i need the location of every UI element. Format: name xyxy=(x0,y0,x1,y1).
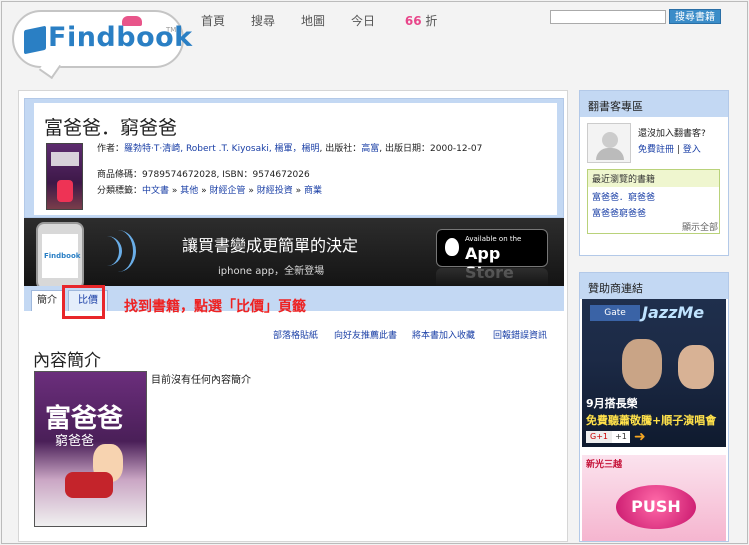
login-link[interactable]: 登入 xyxy=(683,145,701,155)
search-input[interactable] xyxy=(550,10,666,24)
category-sep: » xyxy=(292,186,305,196)
iphone-app-banner[interactable]: Findbook 讓買書變成更簡單的決定 iphone app，全新登場 Ava… xyxy=(24,218,564,286)
ad-person-image xyxy=(622,339,662,389)
category-link-5[interactable]: 商業 xyxy=(304,186,322,196)
link-separator: | xyxy=(674,145,683,155)
category-link-2[interactable]: 其他 xyxy=(180,186,198,196)
join-links: 免費註冊 | 登入 xyxy=(638,142,701,155)
tab-intro[interactable]: 簡介 xyxy=(31,290,63,311)
author-label: 作者： xyxy=(97,144,125,154)
banner-headline: 讓買書變成更簡單的決定 xyxy=(182,236,359,255)
concert-ad[interactable]: Gate JazzMe 9月搭長榮 免費聽蕭敬騰+順子演唱會 G+1 +1 ➜ xyxy=(582,299,726,447)
category-link-3[interactable]: 財經企管 xyxy=(210,186,246,196)
logo-trademark: TM xyxy=(166,26,177,34)
register-link[interactable]: 免費註冊 xyxy=(638,145,674,155)
section-title: 內容簡介 xyxy=(33,351,101,371)
report-error-link[interactable]: 回報錯誤資訊 xyxy=(493,328,547,341)
book-category-line: 分類標籤：中文書 » 其他 » 財經企管 » 財經投資 » 商業 xyxy=(97,183,322,196)
book-thumbnail[interactable] xyxy=(46,143,83,210)
cover-car xyxy=(65,472,113,498)
nav-home[interactable]: 首頁 xyxy=(201,12,225,29)
signal-wave-icon xyxy=(100,230,136,272)
nav-map[interactable]: 地圖 xyxy=(301,12,325,29)
nav-daily-deal[interactable]: 今日 66 折 xyxy=(351,12,463,29)
app-store-badge[interactable]: Available on the App Store xyxy=(436,229,548,282)
recent-book-item[interactable]: 富爸爸窮爸爸 xyxy=(588,203,719,219)
isbn-label: , ISBN： xyxy=(216,170,253,180)
category-link-1[interactable]: 中文書 xyxy=(142,186,169,196)
sponsor-panel: 贊助商連結 Gate JazzMe 9月搭長榮 免費聽蕭敬騰+順子演唱會 G+1… xyxy=(579,272,729,542)
category-label: 分類標籤： xyxy=(97,186,143,196)
deal-suffix: 折 xyxy=(425,14,438,28)
reader-zone-panel: 翻書客專區 還沒加入翻書客? 免費註冊 | 登入 最近瀏覽的書籍 富爸爸．窮爸爸… xyxy=(579,90,729,256)
book-header: 富爸爸．窮爸爸 作者：羅勃特·T·清崎, Robert .T. Kiyosaki… xyxy=(24,98,564,218)
author-links[interactable]: 羅勃特·T·清崎, Robert .T. Kiyosaki, 楊軍，楊明 xyxy=(124,144,320,154)
deal-value: 66 xyxy=(404,14,422,28)
phone-logo: Findbook xyxy=(44,252,81,260)
deal-prefix: 今日 xyxy=(351,14,376,28)
category-sep: » xyxy=(245,186,257,196)
code-value: 9789574672028 xyxy=(142,170,217,180)
instruction-annotation: 找到書籍，點選「比價」頁籤 xyxy=(124,299,306,315)
no-description-text: 目前沒有任何內容簡介 xyxy=(151,375,251,386)
banner-subline: iphone app，全新登場 xyxy=(218,266,325,277)
google-plus-button[interactable]: G+1 xyxy=(586,431,612,443)
top-nav: 首頁 搜尋 地圖 今日 66 折 xyxy=(201,12,489,29)
pubdate-value: 2000-12-07 xyxy=(430,144,483,154)
app-store-reflection xyxy=(436,268,548,286)
category-link-4[interactable]: 財經投資 xyxy=(257,186,293,196)
ad-person-image xyxy=(678,345,714,389)
department-store-ad[interactable]: 新光三越 PUSH xyxy=(582,455,726,541)
sponsor-title: 贊助商連結 xyxy=(580,273,728,299)
google-plus-count: +1 xyxy=(612,431,630,443)
arrow-right-icon: ➜ xyxy=(634,429,646,445)
blog-sticker-link[interactable]: 部落格貼紙 xyxy=(273,328,318,341)
push-button[interactable]: PUSH xyxy=(616,485,696,529)
book-author-line: 作者：羅勃特·T·清崎, Robert .T. Kiyosaki, 楊軍，楊明,… xyxy=(97,141,482,154)
findbook-logo[interactable]: Findbook TM xyxy=(12,10,192,68)
ad-line-1: 9月搭長榮 xyxy=(586,397,638,410)
phone-screen: Findbook xyxy=(42,234,81,278)
publisher-link[interactable]: 高富 xyxy=(361,144,379,154)
add-favorite-link[interactable]: 將本書加入收藏 xyxy=(412,328,475,341)
reader-zone-title: 翻書客專區 xyxy=(580,91,728,117)
main-panel: 富爸爸．窮爸爸 作者：羅勃特·T·清崎, Robert .T. Kiyosaki… xyxy=(18,90,568,542)
price-tab-highlight xyxy=(62,285,105,319)
search-books-button[interactable]: 搜尋書籍 xyxy=(669,9,721,24)
ad-line-2: 免費聽蕭敬騰+順子演唱會 xyxy=(586,414,717,427)
category-sep: » xyxy=(198,186,210,196)
ad-gate-logo: Gate xyxy=(590,305,640,321)
cover-subtitle: 窮爸爸 xyxy=(55,434,95,449)
avatar xyxy=(587,123,631,163)
browser-page: Findbook TM 首頁 搜尋 地圖 今日 66 折 搜尋書籍 富爸爸．窮爸… xyxy=(1,1,748,544)
pubdate-label: , 出版日期： xyxy=(379,144,431,154)
code-label: 商品條碼： xyxy=(97,170,143,180)
avatar-head-icon xyxy=(602,132,618,148)
join-question: 還沒加入翻書客? xyxy=(638,129,706,139)
publisher-label: , 出版社： xyxy=(319,144,362,154)
recent-books-title: 最近瀏覽的書籍 xyxy=(588,170,719,187)
category-sep: » xyxy=(169,186,181,196)
recommend-friend-link[interactable]: 向好友推薦此書 xyxy=(334,328,397,341)
book-cover-image[interactable]: 富爸爸 窮爸爸 xyxy=(34,371,147,527)
avatar-body-icon xyxy=(596,148,624,160)
recent-book-item[interactable]: 富爸爸．窮爸爸 xyxy=(588,187,719,203)
app-store-small: Available on the xyxy=(465,235,522,243)
book-title: 富爸爸．窮爸爸 xyxy=(44,117,178,139)
book-icon xyxy=(24,25,46,55)
isbn-value: 9574672026 xyxy=(252,170,310,180)
iphone-icon: Findbook xyxy=(36,222,84,286)
apple-icon xyxy=(445,238,459,256)
show-all-link[interactable]: 顯示全部 xyxy=(682,220,718,233)
ad-jazzme-logo: JazzMe xyxy=(642,303,705,322)
nav-search[interactable]: 搜尋 xyxy=(251,12,275,29)
ad2-brand: 新光三越 xyxy=(586,460,623,470)
book-header-inner: 富爸爸．窮爸爸 作者：羅勃特·T·清崎, Robert .T. Kiyosaki… xyxy=(34,103,557,215)
book-code-line: 商品條碼：9789574672028, ISBN：9574672026 xyxy=(97,167,310,180)
